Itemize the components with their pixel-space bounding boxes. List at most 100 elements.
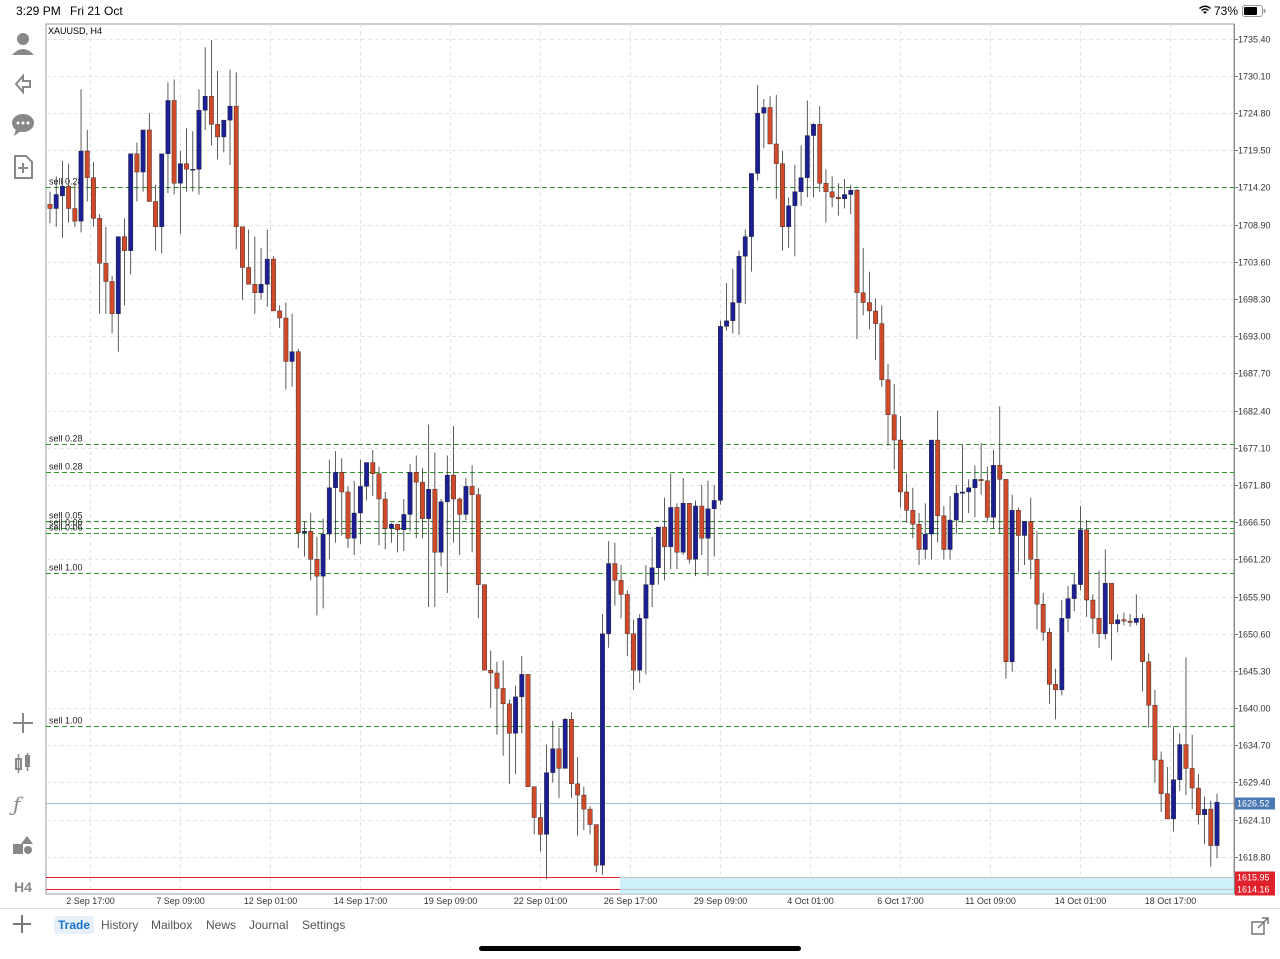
candle-body	[457, 498, 463, 515]
candle-body	[767, 107, 773, 145]
candle-body	[693, 505, 698, 560]
candle-body	[966, 487, 972, 493]
price-tick-label: 1724.80	[1238, 109, 1271, 119]
tab-journal[interactable]: Journal	[249, 918, 288, 932]
candle-body	[1084, 529, 1090, 601]
time-tick-label: 29 Sep 09:00	[694, 896, 748, 906]
order-line-label: sell 0.28	[49, 177, 83, 187]
candle-body	[1071, 584, 1077, 599]
tab-history[interactable]: History	[101, 918, 138, 932]
candle-body	[1208, 808, 1214, 846]
candle-body	[1046, 632, 1052, 685]
candle-body	[643, 584, 649, 619]
order-line-label: sell 0.28	[49, 462, 83, 472]
candle-body	[674, 507, 680, 553]
candle-body	[432, 488, 438, 553]
candle-body	[382, 498, 388, 529]
current-price-label: 1626.52	[1237, 799, 1270, 809]
candle-body	[420, 481, 425, 519]
candle-body	[264, 258, 270, 285]
candle-body	[438, 501, 444, 553]
order-line-label: sell 1.00	[49, 716, 83, 726]
candle-body	[587, 808, 593, 825]
time-tick-label: 2 Sep 17:00	[66, 896, 115, 906]
candle-body	[47, 204, 53, 209]
candle-body	[904, 491, 910, 511]
candle-body	[314, 559, 320, 577]
candle-body	[1053, 684, 1059, 691]
time-tick-label: 7 Sep 09:00	[156, 896, 205, 906]
candle-body	[873, 310, 878, 324]
candle-body	[929, 439, 934, 535]
candle-body	[1152, 705, 1158, 761]
candle-body	[184, 163, 189, 170]
candle-body	[662, 526, 667, 547]
candle-body	[494, 672, 500, 689]
candle-body	[401, 514, 407, 531]
chart-area[interactable]: sell 0.28sell 0.28sell 0.28sell 0.05sell…	[0, 22, 1280, 908]
candle-body	[1183, 744, 1189, 769]
candle-body	[1028, 521, 1034, 560]
tab-mailbox[interactable]: Mailbox	[151, 918, 192, 932]
candle-body	[953, 493, 959, 521]
candle-body	[115, 236, 121, 314]
add-icon[interactable]	[12, 914, 32, 939]
candle-body	[842, 194, 847, 199]
tab-news[interactable]: News	[206, 918, 236, 932]
price-tick-label: 1708.90	[1238, 221, 1271, 231]
candle-body	[1158, 759, 1164, 794]
candle-body	[190, 169, 196, 171]
price-tick-label: 1730.10	[1238, 72, 1271, 82]
candle-body	[333, 472, 338, 488]
tab-trade[interactable]: Trade	[54, 916, 95, 934]
candle-body	[60, 185, 65, 197]
candle-body	[898, 439, 903, 493]
candle-body	[469, 486, 475, 495]
candle-body	[631, 633, 636, 671]
candle-body	[761, 107, 767, 114]
candle-body	[413, 472, 419, 483]
candle-body	[550, 748, 556, 773]
price-tick-label: 1677.10	[1238, 444, 1271, 454]
candle-body	[1034, 559, 1040, 605]
candle-body	[537, 817, 543, 835]
price-tick-label: 1650.60	[1238, 630, 1271, 640]
candle-body	[227, 105, 233, 121]
candle-body	[1022, 521, 1027, 536]
candle-body	[159, 153, 165, 227]
candle-body	[1171, 779, 1176, 820]
price-tick-label: 1703.60	[1238, 258, 1271, 268]
candle-body	[389, 524, 394, 529]
candle-body	[606, 563, 612, 634]
time-tick-label: 6 Oct 17:00	[877, 896, 924, 906]
candle-body	[376, 473, 382, 500]
candle-body	[1164, 793, 1170, 820]
candle-body	[339, 472, 345, 493]
order-line-label: sell 0.06	[49, 523, 83, 533]
candle-body	[506, 703, 512, 734]
candle-body	[146, 129, 152, 202]
candle-body	[730, 302, 736, 321]
candle-body	[122, 236, 127, 251]
price-tick-label: 1666.50	[1238, 518, 1271, 528]
candle-body	[140, 129, 146, 173]
candle-body	[1121, 619, 1127, 622]
candle-body	[233, 105, 239, 227]
candle-body	[811, 124, 816, 136]
candle-body	[922, 533, 928, 550]
time-tick-label: 22 Sep 01:00	[514, 896, 568, 906]
candle-body	[879, 323, 885, 380]
candle-body	[370, 462, 376, 474]
candle-body	[171, 100, 177, 184]
candle-body	[395, 524, 401, 531]
candle-body	[134, 153, 140, 173]
candle-body	[972, 479, 978, 488]
candle-body	[277, 310, 283, 319]
fullscreen-icon[interactable]	[1250, 916, 1270, 941]
candle-body	[823, 183, 829, 192]
candle-body	[308, 531, 314, 560]
candle-body	[544, 772, 549, 835]
tab-settings[interactable]: Settings	[302, 918, 345, 932]
candle-body	[556, 748, 562, 769]
candle-body	[593, 824, 599, 866]
